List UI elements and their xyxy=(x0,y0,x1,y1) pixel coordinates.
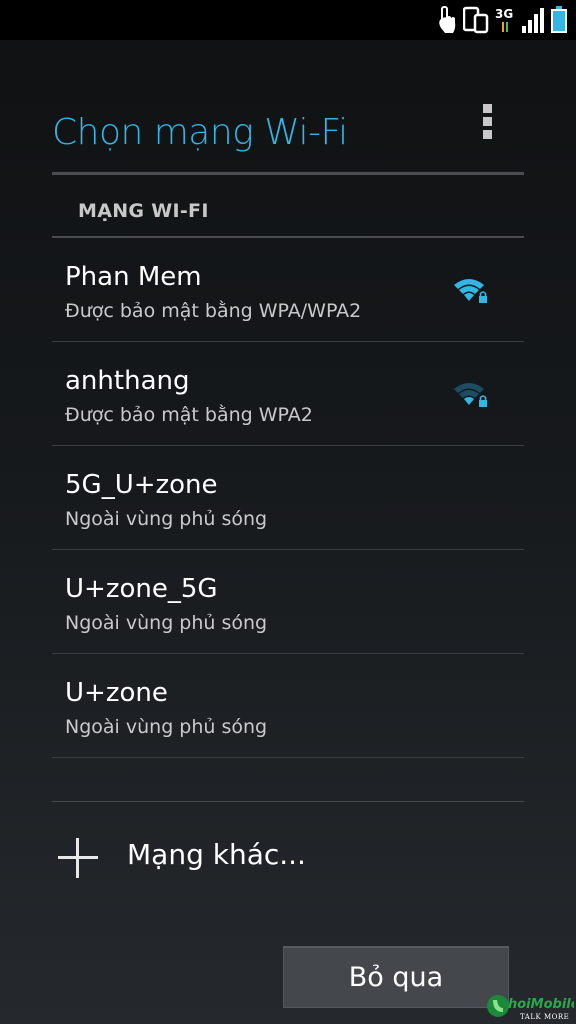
signal-icon xyxy=(522,8,544,33)
network-name: anhthang xyxy=(65,366,190,396)
plus-icon xyxy=(58,838,98,878)
network-name: Phan Mem xyxy=(65,262,202,292)
wifi-lock-icon xyxy=(454,279,487,303)
overflow-menu-button[interactable] xyxy=(480,104,494,144)
status-bar: 3G xyxy=(0,0,576,40)
page-title: Chọn mạng Wi-Fi xyxy=(52,112,348,153)
devices-icon xyxy=(463,6,489,34)
network-status: Được bảo mật bằng WPA2 xyxy=(65,404,313,426)
network-item-u-zone-5g[interactable]: U+zone_5G Ngoài vùng phủ sóng xyxy=(52,550,524,654)
network-type-label: 3G xyxy=(495,7,513,21)
network-status: Ngoài vùng phủ sóng xyxy=(65,612,268,634)
network-status: Được bảo mật bằng WPA/WPA2 xyxy=(65,300,362,322)
network-status: Ngoài vùng phủ sóng xyxy=(65,508,268,530)
skip-button[interactable]: Bỏ qua xyxy=(283,946,509,1008)
watermark-brand: hoiMobile xyxy=(508,997,574,1012)
battery-icon xyxy=(551,6,567,33)
section-header: MẠNG WI-FI xyxy=(78,200,209,222)
overflow-dot xyxy=(482,117,492,126)
touch-hand-icon xyxy=(439,6,456,33)
watermark-logo: hoiMobile TALK MORE xyxy=(487,995,574,1021)
watermark-tagline: TALK MORE xyxy=(520,1013,569,1021)
network-name: 5G_U+zone xyxy=(65,470,218,500)
add-network-label: Mạng khác... xyxy=(127,838,306,871)
overflow-dot xyxy=(482,130,492,139)
wifi-lock-icon xyxy=(454,383,487,407)
overflow-dot xyxy=(482,104,492,113)
add-network-button[interactable]: Mạng khác... xyxy=(52,820,524,892)
network-item-5g-u-zone[interactable]: 5G_U+zone Ngoài vùng phủ sóng xyxy=(52,446,524,550)
network-item-anhthang[interactable]: anhthang Được bảo mật bằng WPA2 xyxy=(52,342,524,446)
network-name: U+zone_5G xyxy=(65,574,218,604)
network-item-u-zone[interactable]: U+zone Ngoài vùng phủ sóng xyxy=(52,654,524,758)
network-3g-icon: 3G xyxy=(495,7,513,32)
title-divider xyxy=(52,172,524,175)
network-name: U+zone xyxy=(65,678,168,708)
wifi-network-list: Phan Mem Được bảo mật bằng WPA/WPA2 anht… xyxy=(52,238,524,758)
list-bottom-divider xyxy=(52,801,524,802)
network-item-phan-mem[interactable]: Phan Mem Được bảo mật bằng WPA/WPA2 xyxy=(52,238,524,342)
network-status: Ngoài vùng phủ sóng xyxy=(65,716,268,738)
